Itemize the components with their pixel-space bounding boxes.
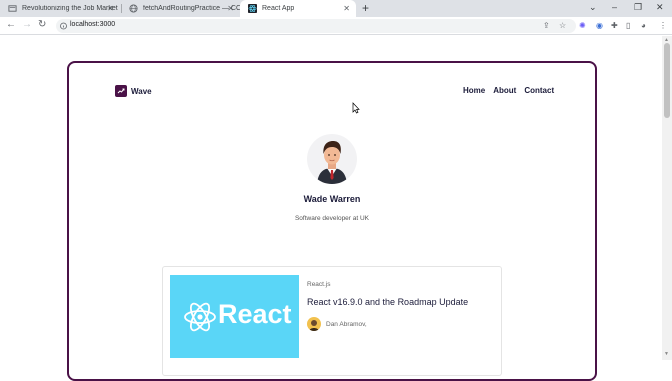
profile-name: Wade Warren	[303, 194, 361, 204]
close-tab-icon[interactable]: ✕	[107, 4, 114, 13]
scrollbar-thumb[interactable]	[664, 43, 670, 118]
back-icon[interactable]: ←	[6, 19, 16, 30]
extensions-puzzle-icon[interactable]: ✚	[611, 21, 618, 30]
side-panel-icon[interactable]: ▯	[626, 21, 630, 30]
post-category: React.js	[307, 281, 331, 288]
browser-toolbar: ← → ↻ localhost:3000 ⇪ ☆ ✺ ◉ ✚ ▯ ◕ ⋮	[0, 17, 672, 35]
tab-search-icon[interactable]: ⌄	[589, 2, 597, 13]
tab-title: fetchAndRoutingPractice — CC3...	[143, 5, 240, 12]
author-name: Dan Abramov,	[326, 320, 367, 328]
profile-avatar-image	[307, 134, 357, 184]
mouse-cursor-icon	[352, 102, 360, 114]
globe-icon	[129, 4, 138, 13]
tab-title: Revolutionizing the Job Market |	[22, 5, 120, 12]
nav-about-link[interactable]: About	[493, 86, 516, 95]
bookmark-star-icon[interactable]: ☆	[559, 21, 566, 30]
post-author: Dan Abramov,	[307, 317, 367, 331]
post-thumbnail[interactable]: React	[170, 275, 299, 358]
main-nav: Home About Contact	[463, 86, 554, 95]
author-avatar	[307, 317, 321, 331]
wave-logo-icon	[115, 85, 127, 97]
react-atom-icon	[184, 302, 216, 332]
page-favicon-icon	[8, 5, 17, 12]
post-title[interactable]: React v16.9.0 and the Roadmap Update	[307, 297, 468, 307]
browser-tab[interactable]: fetchAndRoutingPractice — CC3... ✕	[121, 0, 240, 17]
profile-avatar[interactable]: ◕	[641, 21, 646, 30]
menu-kebab-icon[interactable]: ⋮	[659, 21, 667, 30]
brand-name: Wave	[131, 86, 152, 96]
close-window-icon[interactable]: ✕	[656, 2, 664, 13]
browser-tab[interactable]: Revolutionizing the Job Market | ✕	[0, 0, 120, 17]
share-icon[interactable]: ⇪	[543, 21, 550, 30]
info-icon[interactable]	[60, 22, 67, 30]
browser-tab-active[interactable]: React App ✕	[240, 0, 356, 17]
scroll-down-icon[interactable]: ▼	[664, 351, 669, 357]
address-bar[interactable]	[56, 19, 576, 33]
brand[interactable]: Wave	[115, 85, 152, 97]
close-tab-icon[interactable]: ✕	[227, 4, 234, 13]
profile-bio: Software developer at UK	[294, 215, 370, 222]
reload-icon[interactable]: ↻	[38, 19, 46, 30]
nav-contact-link[interactable]: Contact	[524, 86, 554, 95]
extension-icon[interactable]: ✺	[579, 21, 586, 30]
tab-title: React App	[262, 5, 295, 12]
forward-icon[interactable]: →	[22, 19, 32, 30]
tab-bar: Revolutionizing the Job Market | ✕ fetch…	[0, 0, 672, 17]
url-text[interactable]: localhost:3000	[70, 21, 115, 28]
minimize-icon[interactable]: –	[612, 2, 617, 12]
close-tab-icon[interactable]: ✕	[343, 4, 350, 13]
react-favicon-icon	[248, 4, 257, 13]
post-thumbnail-text: React	[218, 299, 292, 329]
extension-icon[interactable]: ◉	[596, 21, 603, 30]
nav-home-link[interactable]: Home	[463, 86, 485, 95]
new-tab-button[interactable]: +	[362, 1, 369, 15]
restore-icon[interactable]: ❐	[634, 2, 642, 13]
